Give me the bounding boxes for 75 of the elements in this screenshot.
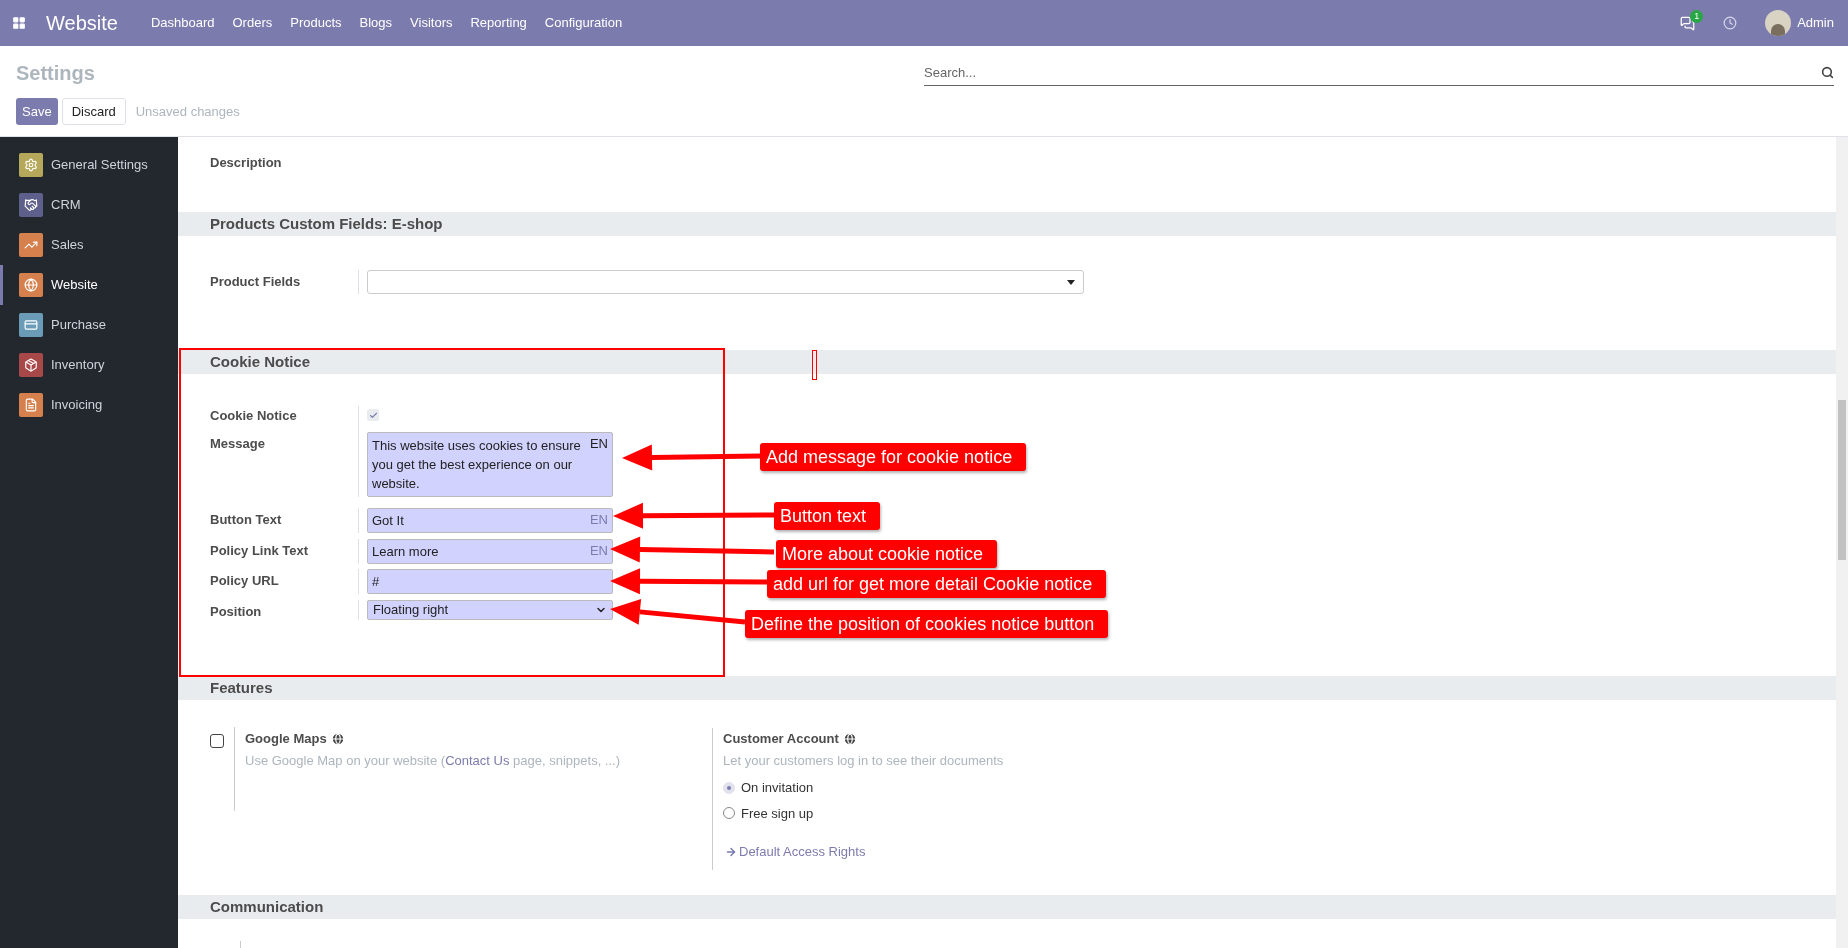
box-icon	[19, 353, 43, 377]
position-select[interactable]: Floating right	[367, 600, 613, 620]
caret-icon	[1067, 279, 1075, 285]
text-field[interactable]: Got It EN	[367, 508, 613, 533]
chat-icon[interactable]	[1680, 15, 1696, 31]
field-label: Message	[210, 436, 265, 451]
clock-icon[interactable]	[1723, 16, 1738, 30]
sidebar-item[interactable]: Invoicing	[0, 385, 178, 425]
annotation-label: More about cookie notice	[776, 540, 998, 568]
section-header: Cookie Notice	[178, 350, 1836, 374]
checkbox[interactable]	[367, 409, 379, 421]
gear-icon	[19, 153, 43, 177]
menu-item[interactable]: Visitors	[401, 13, 462, 33]
highlight-frame	[812, 350, 817, 380]
sidebar-item[interactable]: General Settings	[0, 145, 178, 185]
globe-icon	[330, 731, 345, 746]
search-field[interactable]: Search...	[924, 62, 1821, 83]
annotation-label: Button text	[774, 502, 881, 530]
page-title: Settings	[16, 61, 95, 86]
sidebar-item[interactable]: Inventory	[0, 345, 178, 385]
section-header: Products Custom Fields: E-shop	[178, 212, 1836, 236]
setting-title: Customer Account	[723, 730, 839, 748]
search-icon[interactable]	[1821, 66, 1834, 79]
access-rights-link[interactable]: Default Access Rights	[725, 842, 1004, 862]
message-text: This website uses cookies to ensure you get the best experience on our website.	[372, 437, 582, 493]
scrollbar[interactable]	[1836, 137, 1848, 948]
chart-icon	[19, 233, 43, 257]
field-label: Position	[210, 604, 262, 619]
section-header: Communication	[178, 895, 1836, 919]
menu-item[interactable]: Dashboard	[141, 13, 224, 33]
save-button[interactable]: Save	[16, 98, 58, 125]
notification-badge: 1	[1690, 9, 1704, 23]
status-text: Unsaved changes	[135, 102, 240, 121]
document-icon	[19, 393, 43, 417]
discard-button[interactable]: Discard	[61, 98, 126, 125]
field-label: Cookie Notice	[210, 408, 297, 423]
sidebar-item[interactable]: Sales	[0, 225, 178, 265]
field-label: Policy Link Text	[210, 543, 308, 558]
field-label: Description	[210, 155, 282, 170]
globe-icon	[19, 273, 43, 297]
field-label: Policy URL	[210, 573, 279, 588]
annotation-label: add url for get more detail Cookie notice	[767, 570, 1107, 598]
setting-description: Let your customers log in to see their documents	[723, 751, 1004, 770]
radio-label: On invitation	[741, 779, 814, 797]
sidebar-item[interactable]: Website	[0, 265, 178, 305]
avatar[interactable]	[1765, 10, 1792, 36]
field-label: Product Fields	[210, 274, 301, 289]
language-tag[interactable]: EN	[589, 434, 608, 453]
checkbox[interactable]	[210, 734, 224, 748]
user-name[interactable]: Admin	[1797, 13, 1834, 33]
globe-icon	[842, 731, 857, 746]
menu-item[interactable]: Configuration	[535, 13, 632, 33]
app-name: Website	[46, 11, 118, 36]
message-textarea[interactable]: This website uses cookies to ensure you get the best experience on our website. EN	[367, 432, 613, 497]
section-header: Features	[178, 676, 1836, 700]
menu-item[interactable]: Reporting	[461, 13, 536, 33]
sidebar-item[interactable]: Purchase	[0, 305, 178, 345]
text-field[interactable]: Learn more EN	[367, 539, 613, 564]
text-field[interactable]: #	[367, 569, 613, 594]
apps-menu-icon[interactable]	[12, 16, 26, 30]
menu-item[interactable]: Orders	[223, 13, 282, 33]
card-icon	[19, 313, 43, 337]
sidebar-item[interactable]: CRM	[0, 185, 178, 225]
field-label: Button Text	[210, 512, 282, 527]
menu-item[interactable]: Blogs	[350, 13, 402, 33]
setting-title: Google Maps	[245, 730, 327, 748]
arrow-right-icon	[725, 845, 737, 858]
radio-label: Free sign up	[741, 804, 814, 823]
setting-description: Use Google Map on your website (Contact Us page, snippets, ...)	[245, 751, 621, 770]
menu-item[interactable]: Products	[281, 13, 351, 33]
handshake-icon	[19, 193, 43, 217]
product-fields-select[interactable]	[367, 270, 1084, 294]
annotation-label: Add message for cookie notice	[760, 443, 1027, 471]
contact-us-link[interactable]: Contact Us	[445, 752, 510, 768]
annotation-label: Define the position of cookies notice button	[745, 610, 1109, 638]
